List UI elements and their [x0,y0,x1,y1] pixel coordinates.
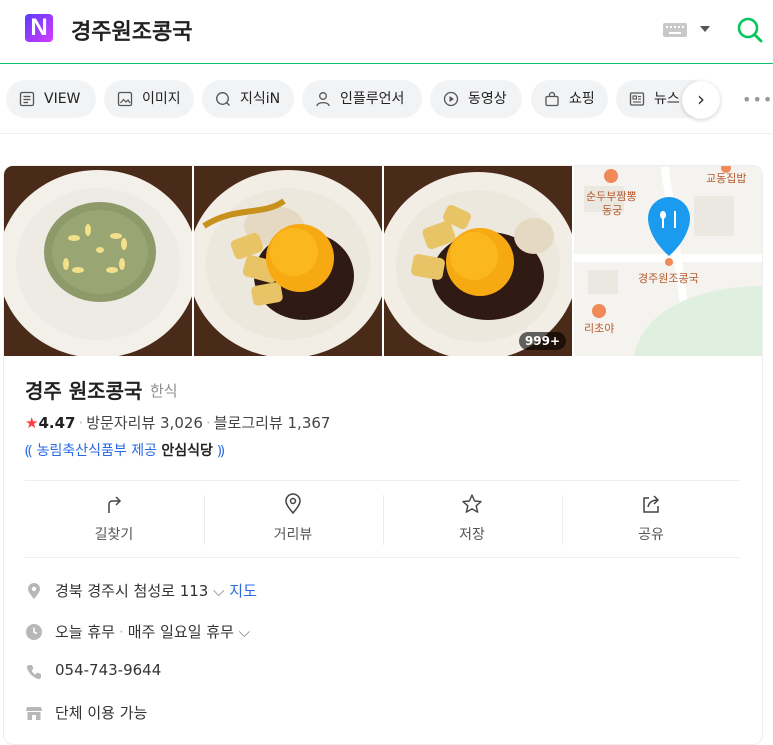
food-photo-3[interactable]: 999+ [384,166,572,356]
hours-detail[interactable]: 매주 일요일 휴무 [128,623,234,641]
cert-name: 안심식당 [161,443,213,459]
laurel-left-icon: ⸨ [25,443,33,459]
tab-label: 뉴스 [654,91,680,107]
place-category: 한식 [150,382,178,400]
map-link[interactable]: 지도 [229,582,257,600]
tab-knowledge[interactable]: 지식iN [202,80,294,118]
store-icon [26,707,42,720]
map-label: 리초야 [584,322,615,335]
tab-label: 지식iN [240,91,281,107]
share-icon [643,495,660,513]
location-pin-icon [28,583,40,599]
tab-video[interactable]: 동영상 [430,80,522,118]
street-view-button[interactable]: 거리뷰 [204,481,382,559]
search-tabs: VIEW 이미지 지식iN 인플루언서 동영상 쇼핑 뉴스 [0,64,773,134]
tab-label: 이미지 [142,91,181,107]
food-photo-2[interactable] [194,166,382,356]
share-label: 공유 [638,527,664,543]
naver-logo[interactable]: N [25,14,53,42]
search-query[interactable]: 경주원조콩국 [71,14,192,46]
separator-dot: · [118,623,124,641]
tab-label: 동영상 [468,91,507,107]
rating-score: 4.47 [38,414,76,432]
map-label: 교동집밥 [706,172,747,185]
more-icon[interactable]: ••• [742,90,773,109]
chevron-down-icon[interactable]: ⌵ [213,582,224,600]
food-photo-2-image [194,166,382,356]
shopping-icon [545,91,559,107]
street-view-icon [285,493,301,515]
star-icon [462,494,482,513]
share-button[interactable]: 공유 [562,481,740,559]
image-icon [117,91,133,107]
map-label: 경주원조콩국 [638,272,699,285]
phone-icon [26,665,41,680]
separator-dot: · [205,414,211,432]
blog-reviews-link[interactable]: 블로그리뷰 1,367 [214,414,331,432]
food-photo-3-image [384,166,572,356]
tab-label: 쇼핑 [569,91,595,107]
rating-row: ★4.47 · 방문자리뷰 3,026 · 블로그리뷰 1,367 [25,412,330,433]
food-photo-1[interactable] [4,166,192,356]
action-bar: 길찾기 거리뷰 저장 공유 [25,480,740,558]
map-thumbnail[interactable]: 교동집밥 순두부짬뽕 동궁 경주원조콩국 리초야 [574,166,762,356]
knowledge-icon [216,92,230,106]
group-text: 단체 이용 가능 [55,704,148,722]
laurel-right-icon: ⸩ [217,443,225,459]
chevron-down-icon[interactable]: ⌵ [239,623,250,641]
star-icon: ★ [25,414,39,432]
place-name[interactable]: 경주 원조콩국 [25,375,142,404]
food-photo-1-image [4,166,192,356]
tab-label: VIEW [44,91,81,107]
tab-image[interactable]: 이미지 [104,80,194,118]
tab-influencer[interactable]: 인플루언서 [302,80,422,118]
keyboard-caret-icon[interactable] [700,26,710,32]
video-icon [443,91,459,107]
directions-button[interactable]: 길찾기 [25,481,203,559]
separator-dot: · [78,414,84,432]
keyboard-icon[interactable] [663,23,687,37]
tabs-next-button[interactable]: › [682,81,720,119]
address-text[interactable]: 경북 경주시 첨성로 113 [55,582,208,600]
photo-count-badge: 999+ [518,332,566,350]
cert-provider: 농림축산식품부 제공 [36,443,157,459]
clock-icon [26,624,42,640]
phone-number[interactable]: 054-743-9644 [55,661,161,679]
visitor-reviews-link[interactable]: 방문자리뷰 3,026 [86,414,203,432]
hours-status: 오늘 휴무 [55,623,115,641]
tab-shopping[interactable]: 쇼핑 [531,80,608,118]
search-icon[interactable] [736,16,764,44]
street-view-label: 거리뷰 [273,527,313,543]
safe-restaurant-cert[interactable]: ⸨ 농림축산식품부 제공 안심식당 ⸩ [25,440,225,460]
news-icon [629,92,645,106]
map-label: 동궁 [602,204,623,217]
save-label: 저장 [459,527,485,543]
save-button[interactable]: 저장 [383,481,561,559]
influencer-icon [316,92,330,107]
view-icon [19,91,35,107]
search-header: N 경주원조콩국 [0,0,773,64]
directions-icon [108,496,122,513]
tab-label: 인플루언서 [340,91,405,107]
directions-label: 길찾기 [94,527,134,543]
tab-view[interactable]: VIEW [6,80,96,118]
